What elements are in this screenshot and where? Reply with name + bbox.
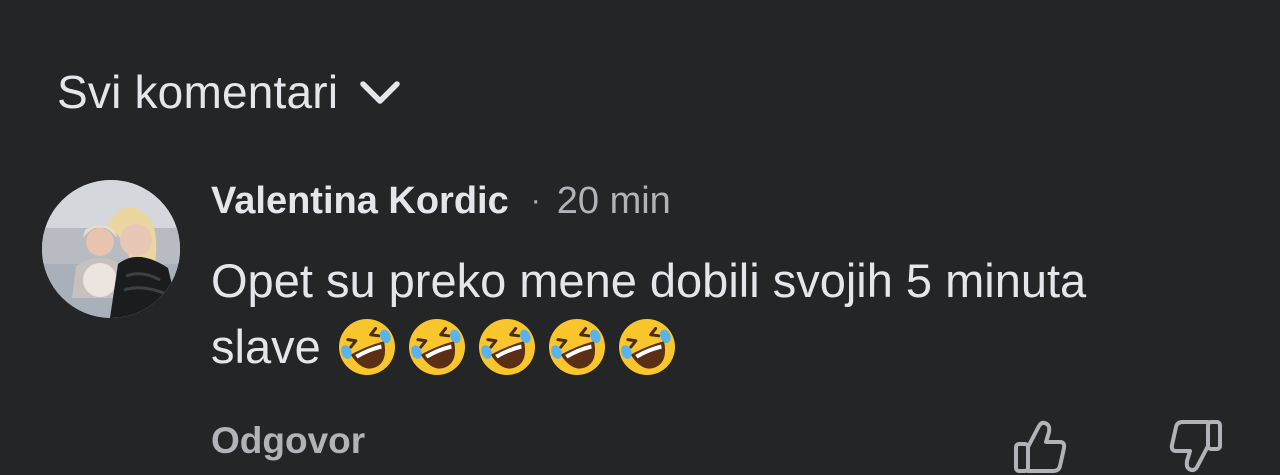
separator-dot: · (530, 184, 541, 217)
rolling-laughing-emoji-icon (408, 318, 465, 375)
avatar-photo (42, 180, 180, 318)
thumbs-up-icon[interactable] (1012, 418, 1068, 475)
comment-author[interactable]: Valentina Kordic (211, 180, 509, 223)
rolling-laughing-emoji-icon (618, 318, 675, 375)
thumbs-down-icon[interactable] (1168, 418, 1224, 475)
comment-text-block: Opet su preko mene dobili svojih 5 minut… (211, 248, 1171, 383)
rolling-laughing-emoji-icon (338, 318, 395, 375)
rolling-laughing-emoji-icon (548, 318, 605, 375)
comment-header: Valentina Kordic · 20 min (211, 178, 671, 224)
comment-sort-selector[interactable]: Svi komentari (57, 62, 404, 122)
emoji-row (335, 315, 685, 379)
comment-sort-label: Svi komentari (57, 66, 339, 118)
avatar[interactable] (42, 180, 180, 318)
chevron-down-icon (356, 68, 404, 116)
reply-button[interactable]: Odgovor (211, 420, 365, 462)
rolling-laughing-emoji-icon (478, 318, 535, 375)
comment-timestamp: 20 min (556, 179, 671, 222)
comments-screen: Svi komentari Valentina Kordic · 20 min (0, 0, 1280, 475)
